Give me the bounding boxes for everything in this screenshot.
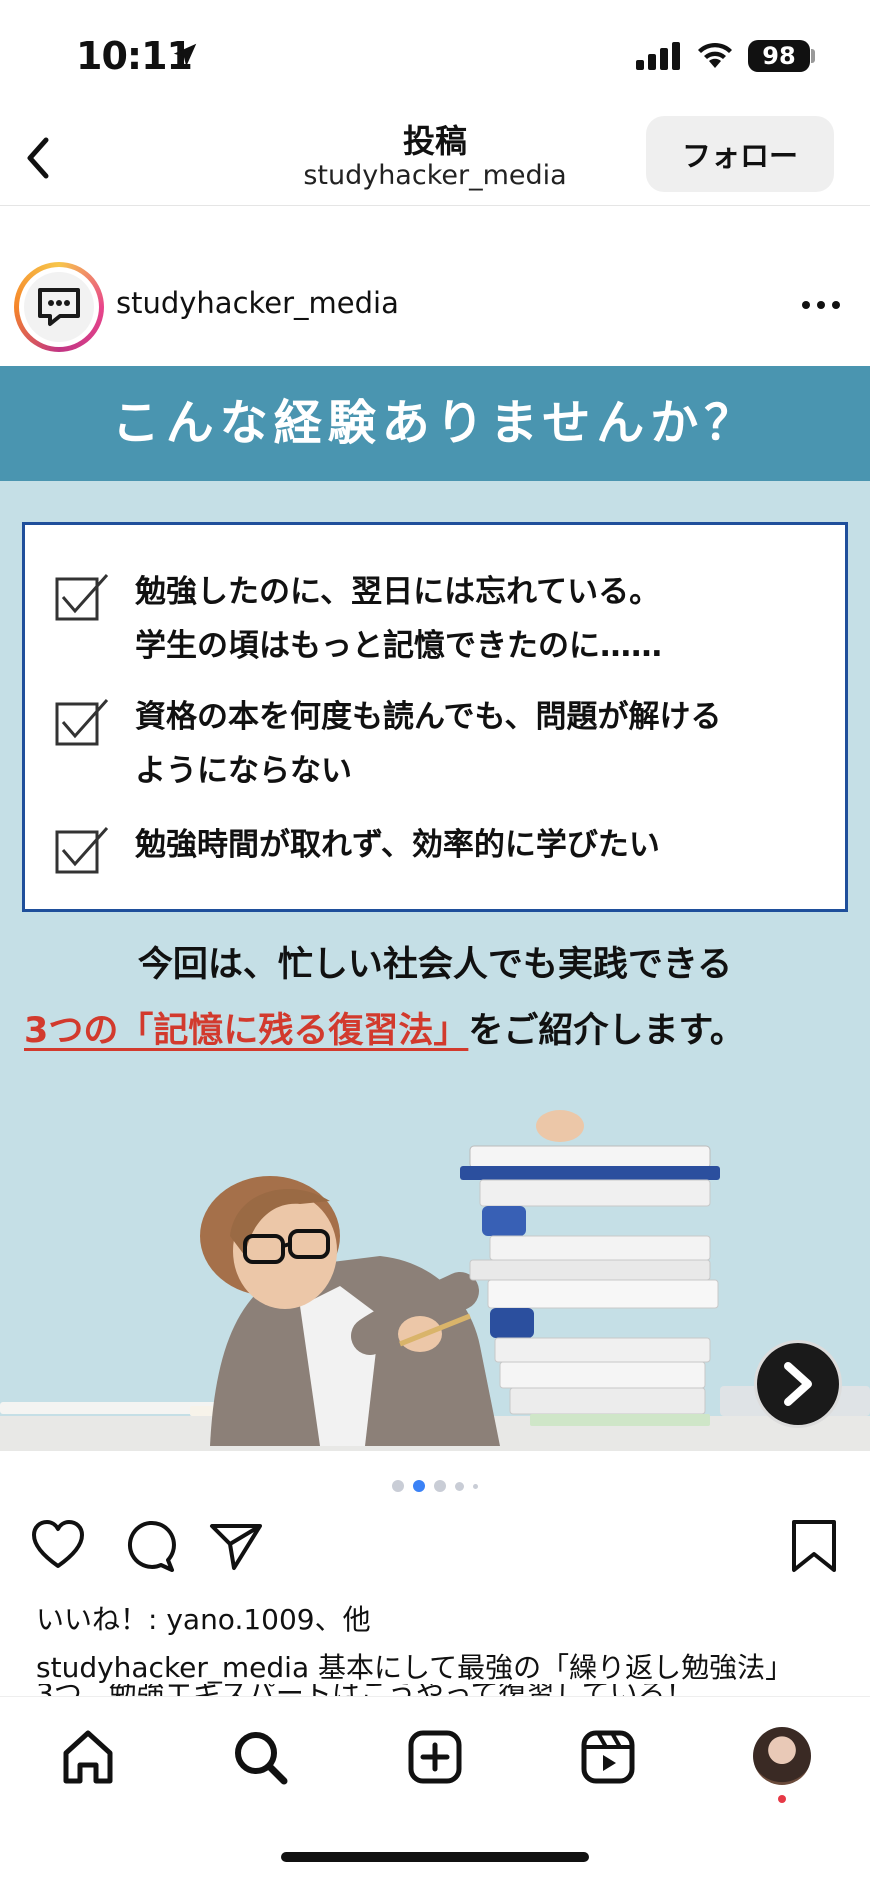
battery-indicator: 98: [748, 40, 810, 72]
chat-bubble-icon: [38, 288, 80, 326]
post-header: studyhacker_media: [0, 254, 870, 360]
intro-line: 今回は、忙しい社会人でも実践できる: [137, 945, 733, 985]
intro-highlight-line: 3つの「記憶に残る復習法」をご紹介します。: [24, 1002, 745, 1053]
home-indicator: [281, 1852, 589, 1862]
pager-dot: [392, 1480, 404, 1492]
woman-with-papers-illustration: [0, 1110, 870, 1451]
avatar-image: [24, 272, 94, 342]
checklist-panel: 勉強したのに、翌日には忘れている。 学生の頃はもっと記憶できたのに…… 資格の本を…: [22, 522, 848, 912]
post-username[interactable]: studyhacker_media: [116, 286, 399, 320]
heart-icon[interactable]: [30, 1518, 86, 1574]
likes-text[interactable]: いいね！: yano.1009、他: [36, 1598, 371, 1638]
battery-tip: [811, 49, 815, 63]
post-actions: [0, 1518, 870, 1574]
chevron-right-icon: [784, 1362, 812, 1406]
profile-avatar-tab[interactable]: [753, 1727, 811, 1785]
checkbox-checked-icon: [55, 699, 109, 746]
checklist-text: 資格の本を何度も読んでも、問題が解ける ようにならない: [135, 699, 722, 789]
post-image[interactable]: こんな経験ありませんか？ 勉強したのに、翌日には忘れている。 学生の頃はもっと記憶…: [0, 366, 870, 1451]
carousel-next-button[interactable]: [754, 1340, 842, 1428]
home-icon[interactable]: [58, 1727, 118, 1787]
pager-dot: [473, 1483, 478, 1489]
image-banner: こんな経験ありませんか？: [0, 366, 870, 481]
plus-square-icon[interactable]: [405, 1727, 465, 1787]
location-arrow-icon: [173, 43, 197, 67]
intro-highlight: 3つの「記憶に残る復習法」: [24, 1011, 469, 1051]
comment-icon[interactable]: [120, 1518, 176, 1574]
nav-header: 投稿 studyhacker_media フォロー: [0, 110, 870, 206]
caption: studyhacker_media 基本にして最強の「繰り返し勉強法」: [36, 1646, 856, 1686]
bookmark-icon[interactable]: [786, 1518, 842, 1574]
send-icon[interactable]: [208, 1518, 264, 1574]
carousel-pager: [0, 1478, 870, 1494]
pager-dot: [455, 1481, 464, 1491]
pager-dot: [434, 1480, 446, 1492]
caption-username[interactable]: studyhacker_media: [36, 1651, 309, 1684]
more-horizontal-icon[interactable]: [796, 290, 846, 320]
checklist-text: 勉強したのに、翌日には忘れている。 学生の頃はもっと記憶できたのに……: [135, 574, 662, 664]
avatar[interactable]: [14, 262, 104, 352]
follow-button[interactable]: フォロー: [646, 116, 834, 192]
checkbox-checked-icon: [55, 827, 109, 874]
search-icon[interactable]: [230, 1727, 290, 1787]
status-bar: 10:11 98: [0, 0, 870, 110]
checkbox-checked-icon: [55, 574, 109, 621]
wifi-icon: [698, 42, 732, 68]
notification-dot: [778, 1795, 786, 1803]
paper-stack: [460, 1145, 720, 1426]
caption-text: 基本にして最強の「繰り返し勉強法」: [309, 1651, 794, 1684]
intro-rest: をご紹介します。: [468, 1011, 745, 1051]
avatar-border: [19, 267, 99, 347]
cellular-signal-icon: [636, 42, 680, 70]
pager-dot-active: [413, 1480, 425, 1492]
reels-icon[interactable]: [578, 1727, 638, 1787]
checklist-text: 勉強時間が取れず、効率的に学びたい: [135, 827, 660, 863]
